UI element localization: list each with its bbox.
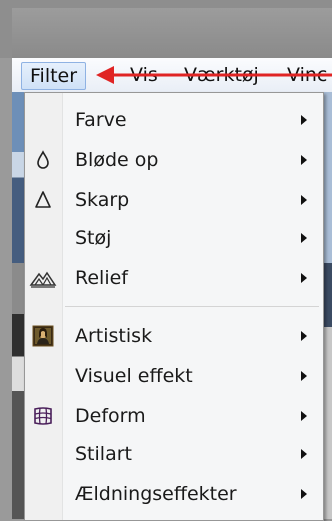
annotation-arrow bbox=[96, 66, 332, 84]
